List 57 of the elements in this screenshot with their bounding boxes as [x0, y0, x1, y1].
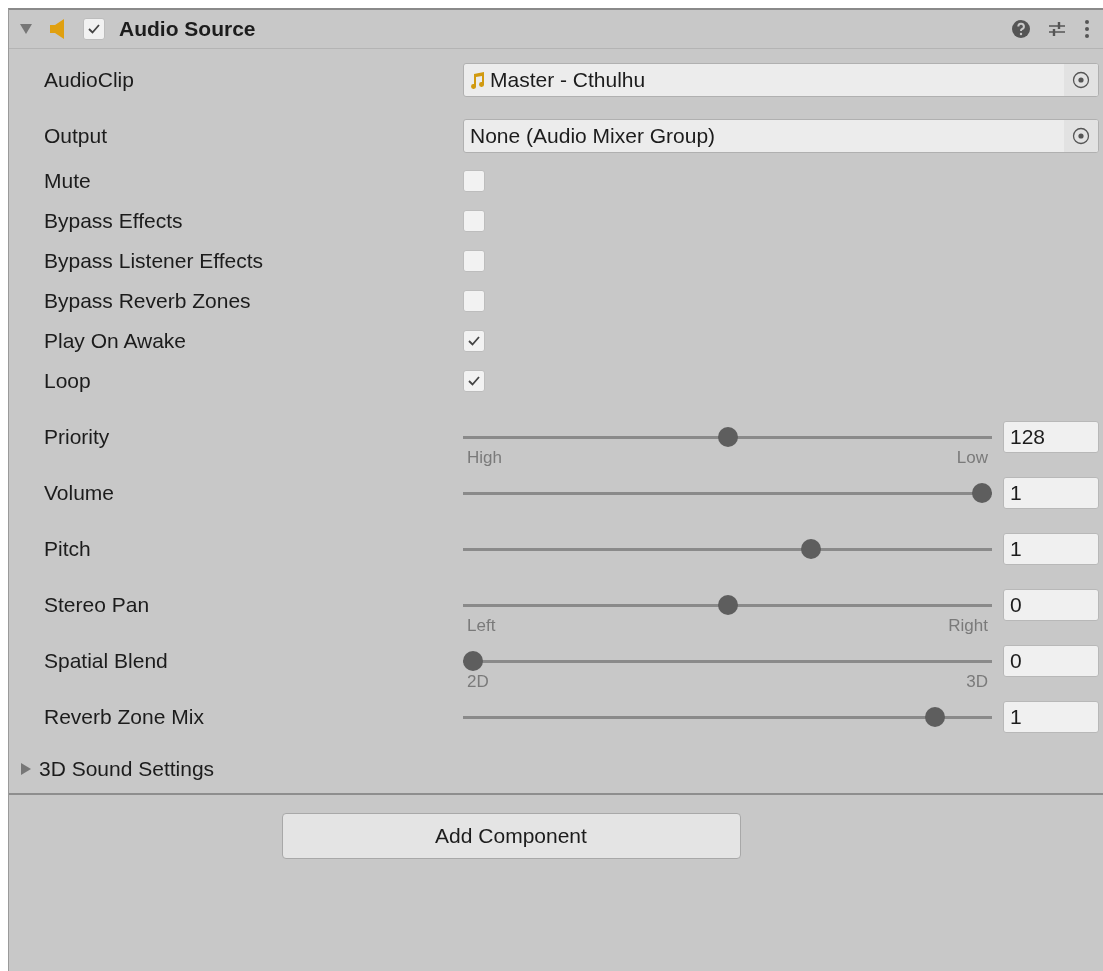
- slider-thumb[interactable]: [717, 595, 738, 615]
- slider-thumb[interactable]: [972, 483, 992, 503]
- number-field[interactable]: 1: [1003, 701, 1099, 733]
- property-label: AudioClip: [44, 68, 135, 92]
- slider-thumb[interactable]: [463, 651, 483, 671]
- object-field[interactable]: Master - Cthulhu: [463, 63, 1099, 97]
- object-picker-icon[interactable]: [1072, 127, 1090, 145]
- checkbox[interactable]: [463, 250, 485, 272]
- property-label: Reverb Zone Mix: [44, 705, 205, 729]
- add-component-button[interactable]: Add Component: [281, 813, 741, 859]
- number-field[interactable]: 128: [1003, 421, 1099, 453]
- checkbox[interactable]: [463, 330, 485, 352]
- number-field[interactable]: 1: [1003, 533, 1099, 565]
- speaker-icon: [49, 18, 67, 40]
- field-value: None (Audio Mixer Group): [470, 124, 716, 148]
- foldout-label[interactable]: 3D Sound Settings: [39, 757, 215, 781]
- number-field[interactable]: 0: [1003, 589, 1099, 621]
- property-label: Output: [44, 124, 109, 148]
- collapse-arrow-icon[interactable]: [19, 22, 33, 36]
- slider-thumb[interactable]: [717, 427, 738, 447]
- checkbox[interactable]: [463, 170, 485, 192]
- number-field[interactable]: 0: [1003, 645, 1099, 677]
- checkbox[interactable]: [463, 290, 485, 312]
- slider-thumb[interactable]: [801, 539, 822, 559]
- sliders-icon[interactable]: [1047, 19, 1067, 39]
- checkmark-icon: [87, 23, 101, 35]
- help-icon[interactable]: [1011, 19, 1031, 39]
- object-field[interactable]: None (Audio Mixer Group): [463, 119, 1099, 153]
- number-field[interactable]: 1: [1003, 477, 1099, 509]
- property-label: Volume: [44, 481, 116, 505]
- more-options-icon[interactable]: [1083, 19, 1091, 39]
- property-label: Priority: [44, 425, 111, 449]
- min-label: High: [467, 449, 502, 467]
- property-label: Spatial Blend: [44, 649, 169, 673]
- property-label: Bypass Reverb Zones: [44, 289, 252, 313]
- slider-thumb[interactable]: [925, 707, 946, 727]
- foldout-arrow-icon[interactable]: [19, 762, 33, 776]
- checkmark-icon: [467, 375, 481, 387]
- field-value: Master - Cthulhu: [490, 68, 646, 92]
- min-label: 2D: [467, 673, 489, 691]
- property-label: Stereo Pan: [44, 593, 151, 617]
- max-label: Low: [956, 449, 988, 467]
- property-label: Bypass Listener Effects: [44, 249, 265, 273]
- checkbox[interactable]: [463, 370, 485, 392]
- checkmark-icon: [467, 335, 481, 347]
- component-title: Audio Source: [119, 17, 257, 41]
- object-picker-icon[interactable]: [1072, 71, 1090, 89]
- property-label: Pitch: [44, 537, 92, 561]
- enable-checkbox[interactable]: [83, 18, 105, 40]
- property-label: Bypass Effects: [44, 209, 184, 233]
- property-label: Loop: [44, 369, 92, 393]
- checkbox[interactable]: [463, 210, 485, 232]
- max-label: Right: [948, 617, 988, 635]
- min-label: Left: [467, 617, 496, 635]
- property-label: Play On Awake: [44, 329, 188, 353]
- max-label: 3D: [966, 673, 988, 691]
- property-label: Mute: [44, 169, 92, 193]
